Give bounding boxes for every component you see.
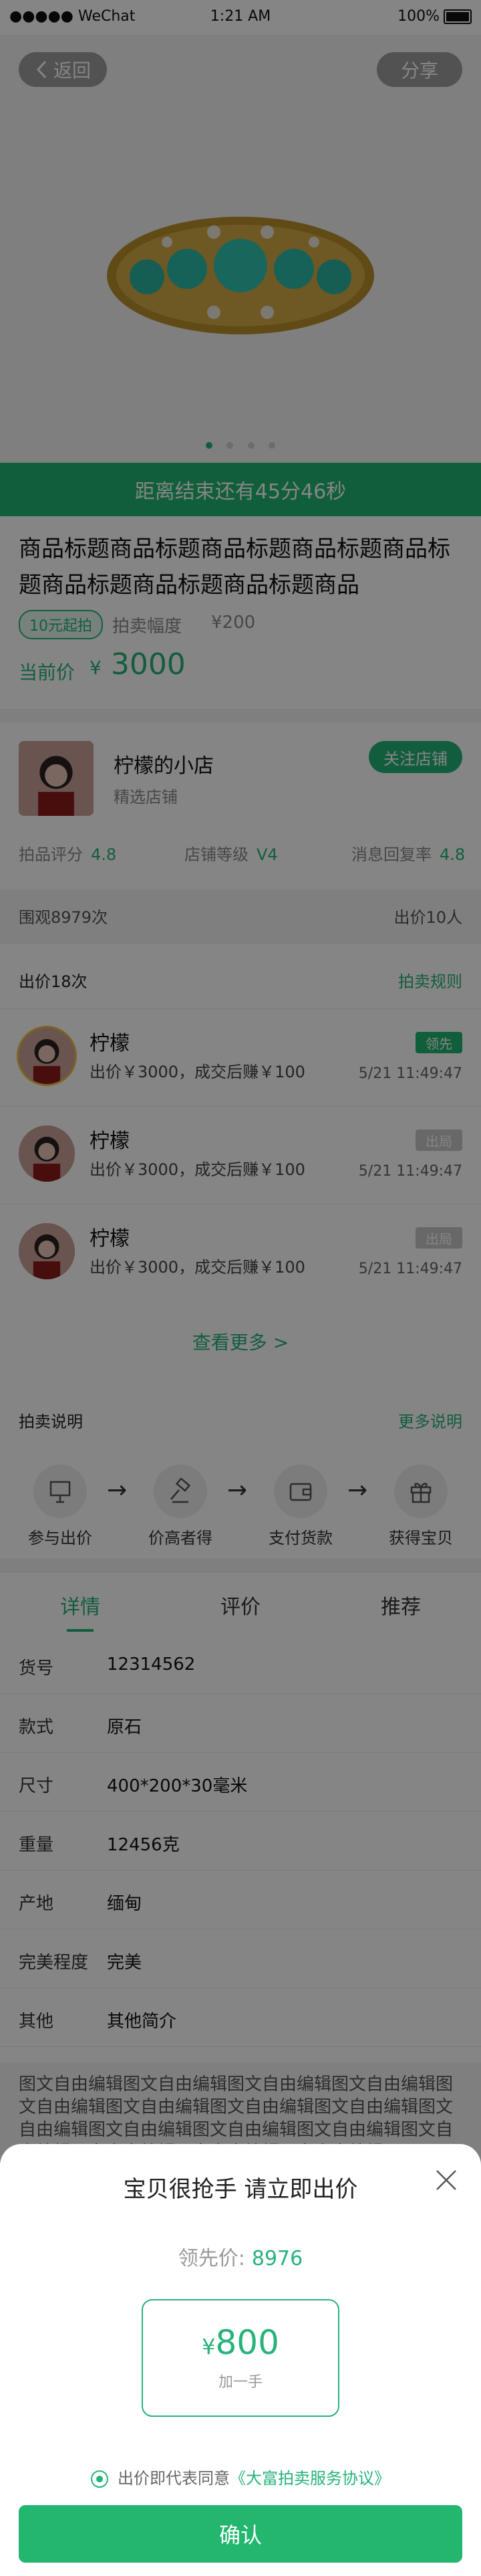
sheet-title: 宝贝很抢手 请立即出价 xyxy=(123,2176,358,2203)
confirm-button[interactable]: 确认 xyxy=(19,2505,462,2563)
lead-price-value: 8976 xyxy=(251,2247,303,2270)
agreement-link[interactable]: 《大富拍卖服务协议》 xyxy=(230,2469,390,2488)
lead-price: 领先价: 8976 xyxy=(0,2242,481,2271)
agree-text: 出价即代表同意 xyxy=(118,2469,230,2488)
increment-label: 加一手 xyxy=(218,2374,263,2391)
agreement: 出价即代表同意《大富拍卖服务协议》 xyxy=(0,2465,481,2488)
lead-price-label: 领先价: xyxy=(178,2247,245,2270)
page: ●●●●● WeChat 1:21 AM 100% 返回 分享 距离结束还有45… xyxy=(0,0,481,2576)
increment-amount: 800 xyxy=(215,2323,279,2362)
increment-value: ¥800 xyxy=(143,2323,338,2362)
increment-currency: ¥ xyxy=(202,2334,216,2359)
bid-sheet: 宝贝很抢手 请立即出价 领先价: 8976 ¥800 加一手 出价即代表同意《大富… xyxy=(0,2144,481,2576)
agree-radio[interactable] xyxy=(91,2470,108,2488)
increment-option[interactable]: ¥800 加一手 xyxy=(142,2299,339,2417)
close-icon[interactable] xyxy=(433,2167,460,2193)
